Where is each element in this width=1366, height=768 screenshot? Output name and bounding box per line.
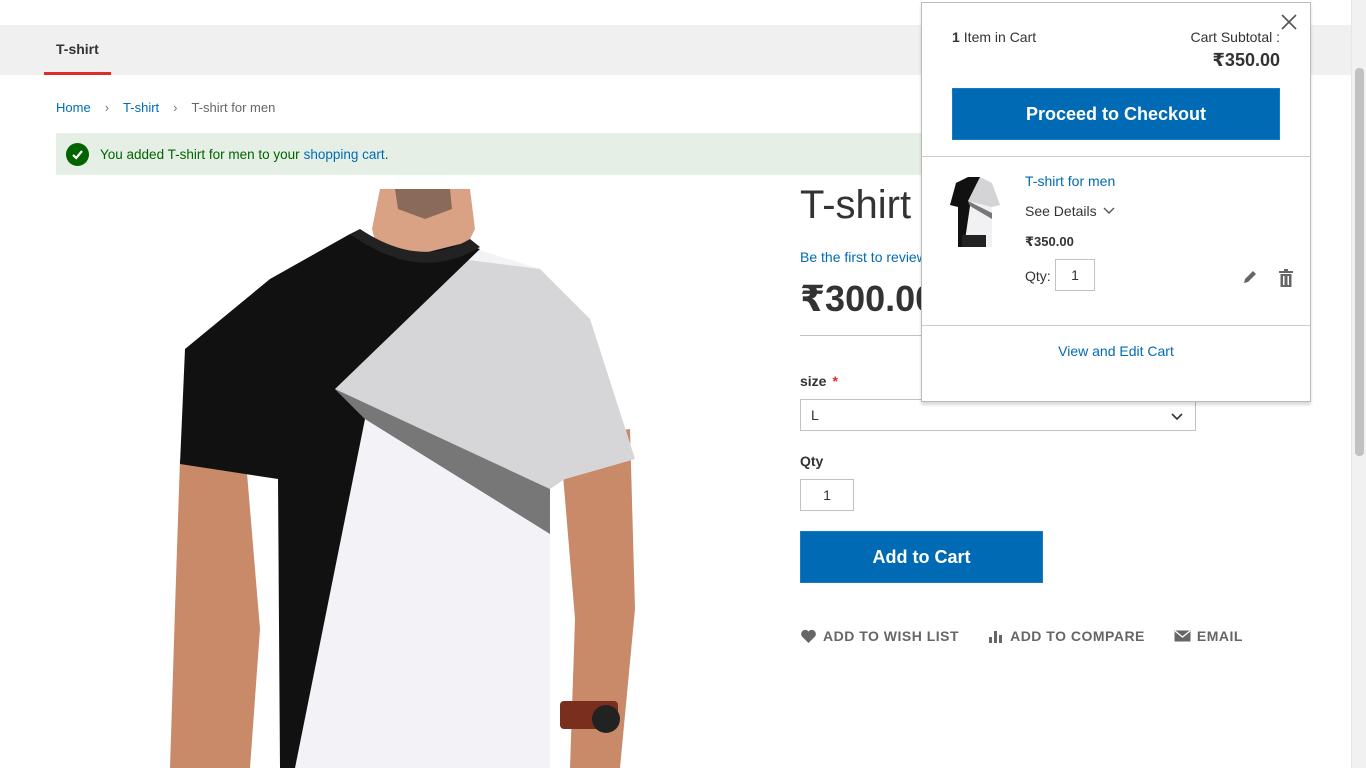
qty-label: Qty — [800, 453, 824, 469]
qty-input[interactable]: 1 — [800, 479, 854, 511]
cart-subtotal: ₹350.00 — [1212, 50, 1280, 70]
cart-item-qty-input[interactable]: 1 — [1055, 259, 1095, 291]
cart-count-number: 1 — [952, 29, 960, 45]
proceed-to-checkout-button[interactable]: Proceed to Checkout — [952, 88, 1280, 140]
page-scrollbar[interactable] — [1351, 0, 1366, 768]
cart-item-thumbnail[interactable] — [948, 171, 1000, 247]
add-to-compare-link[interactable]: ADD TO COMPARE — [988, 628, 1145, 644]
shopping-cart-link[interactable]: shopping cart — [304, 147, 385, 162]
cart-count-label: Item in Cart — [963, 29, 1037, 45]
email-link[interactable]: EMAIL — [1174, 628, 1243, 644]
cart-item-qty-label: Qty: — [1025, 268, 1051, 284]
compare-chart-icon — [989, 631, 1003, 643]
cart-item-name[interactable]: T-shirt for men — [1025, 173, 1115, 189]
email-label: EMAIL — [1196, 628, 1243, 644]
divider — [922, 325, 1310, 326]
product-image[interactable] — [150, 189, 650, 768]
size-select-value: L — [811, 407, 819, 423]
compare-label: ADD TO COMPARE — [1010, 628, 1145, 644]
size-label-text: size — [800, 373, 827, 389]
heart-icon — [801, 629, 816, 643]
scrollbar-thumb[interactable] — [1355, 68, 1364, 456]
cart-subtotal-label: Cart Subtotal : — [1190, 29, 1281, 45]
view-and-edit-cart-link[interactable]: View and Edit Cart — [922, 343, 1310, 359]
see-details-label: See Details — [1025, 203, 1097, 219]
required-mark: * — [832, 373, 838, 389]
product-price: ₹300.00 — [800, 278, 936, 319]
add-to-wishlist-link[interactable]: ADD TO WISH LIST — [800, 628, 959, 644]
envelope-icon — [1174, 630, 1191, 642]
see-details-toggle[interactable]: See Details — [1025, 203, 1115, 219]
size-label: size * — [800, 373, 838, 389]
minicart-dropdown: 1 Item in Cart Cart Subtotal : ₹350.00 Pr… — [921, 2, 1311, 402]
close-icon[interactable] — [1280, 13, 1298, 31]
breadcrumb-category[interactable]: T-shirt — [123, 100, 159, 115]
breadcrumb: Home › T-shirt › T-shirt for men — [56, 100, 275, 115]
chevron-down-icon — [1171, 413, 1183, 421]
message-suffix: . — [384, 146, 389, 162]
add-to-cart-button[interactable]: Add to Cart — [800, 531, 1043, 583]
wishlist-label: ADD TO WISH LIST — [823, 628, 960, 644]
breadcrumb-current: T-shirt for men — [191, 100, 276, 115]
checkmark-icon — [66, 142, 89, 166]
product-page: T-shirt Home › T-shirt › T-shirt for men… — [0, 0, 1366, 768]
success-message: You added T-shirt for men to your shoppi… — [56, 133, 936, 175]
product-actions: ADD TO WISH LIST ADD TO COMPARE EMAIL — [800, 628, 1272, 644]
trash-icon[interactable] — [1278, 269, 1294, 287]
cart-item-count: 1 Item in Cart — [952, 29, 1036, 45]
chevron-down-icon — [1103, 207, 1115, 214]
breadcrumb-home[interactable]: Home — [56, 100, 91, 115]
chevron-right-icon: › — [173, 100, 178, 115]
pencil-icon[interactable] — [1242, 269, 1258, 285]
size-select[interactable]: L — [800, 399, 1196, 431]
divider — [922, 156, 1310, 157]
cart-item-price: ₹350.00 — [1025, 234, 1074, 249]
nav-item-tshirt[interactable]: T-shirt — [44, 25, 111, 75]
message-text: You added T-shirt for men to your — [100, 146, 300, 162]
chevron-right-icon: › — [104, 100, 110, 115]
